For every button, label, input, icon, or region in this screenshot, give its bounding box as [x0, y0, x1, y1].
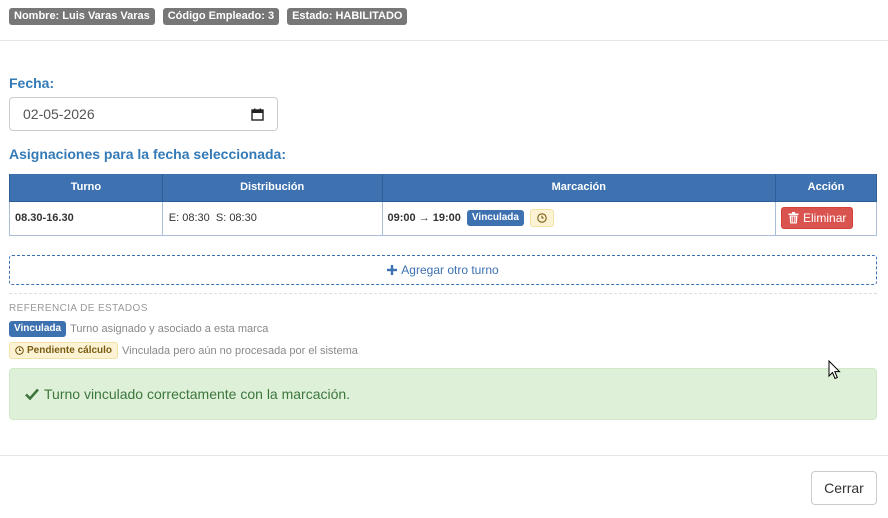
reference-item: Vinculada Turno asignado y asociado a es… [9, 321, 268, 337]
name-badge: Nombre: Luis Varas Varas [9, 8, 155, 25]
cerrar-button[interactable]: Cerrar [811, 471, 877, 505]
success-alert: Turno vinculado correctamente con la mar… [9, 368, 877, 420]
asignaciones-table: Turno Distribución Marcación Acción 08.3… [9, 174, 877, 236]
trash-icon [788, 212, 799, 224]
clock-icon [537, 213, 547, 223]
fecha-value: 02-05-2026 [23, 106, 95, 122]
vinculada-badge: Vinculada [466, 210, 524, 226]
cell-distribucion: E: 08:30 S: 08:30 [161, 200, 383, 236]
plus-icon [387, 265, 398, 275]
employee-badges: Nombre: Luis Varas Varas Código Empleado… [9, 8, 408, 25]
marcacion-text: 09:00 → 19:00 [387, 212, 461, 224]
state-badge: Estado: HABILITADO [287, 8, 408, 25]
col-marcacion: Marcación [381, 174, 777, 202]
reference-divider [9, 293, 877, 294]
fecha-date-input[interactable]: 02-05-2026 [9, 97, 278, 131]
calendar-icon[interactable] [251, 108, 264, 121]
asignaciones-title: Asignaciones para la fecha seleccionada: [9, 146, 287, 162]
col-accion: Acción [775, 174, 877, 202]
agregar-turno-button[interactable]: Agregar otro turno [9, 255, 877, 285]
referencia-title: REFERENCIA DE ESTADOS [9, 303, 148, 314]
mouse-cursor-icon [828, 359, 842, 385]
clock-icon [15, 346, 24, 355]
fecha-label: Fecha: [9, 75, 55, 91]
cell-accion: Eliminar [775, 200, 877, 236]
check-icon [25, 388, 39, 400]
cell-turno: 08.30-16.30 [9, 200, 163, 236]
pendiente-ref-desc: Vinculada pero aún no procesada por el s… [122, 344, 358, 357]
table-row: 08.30-16.30 E: 08:30 S: 08:30 09:00 → 19… [9, 200, 877, 236]
eliminar-button[interactable]: Eliminar [781, 207, 854, 229]
pendiente-ref-label: Pendiente cálculo [27, 345, 113, 356]
eliminar-label: Eliminar [803, 211, 847, 225]
success-message: Turno vinculado correctamente con la mar… [44, 386, 351, 402]
clock-status-badge [529, 209, 554, 227]
reference-item: Pendiente cálculo Vinculada pero aún no … [9, 342, 358, 359]
vinculada-ref-badge: Vinculada [9, 321, 67, 337]
footer-divider [0, 455, 888, 456]
cell-marcacion: 09:00 → 19:00 Vinculada [381, 200, 777, 236]
distribucion-text: E: 08:30 S: 08:30 [168, 212, 257, 224]
col-distribucion: Distribución [161, 174, 383, 202]
agregar-turno-label: Agregar otro turno [401, 263, 499, 277]
col-turno: Turno [9, 174, 163, 202]
table-header-row: Turno Distribución Marcación Acción [9, 174, 877, 202]
top-divider [0, 40, 888, 41]
pendiente-ref-badge: Pendiente cálculo [9, 342, 119, 359]
code-badge: Código Empleado: 3 [162, 8, 280, 25]
vinculada-ref-desc: Turno asignado y asociado a esta marca [70, 323, 269, 335]
